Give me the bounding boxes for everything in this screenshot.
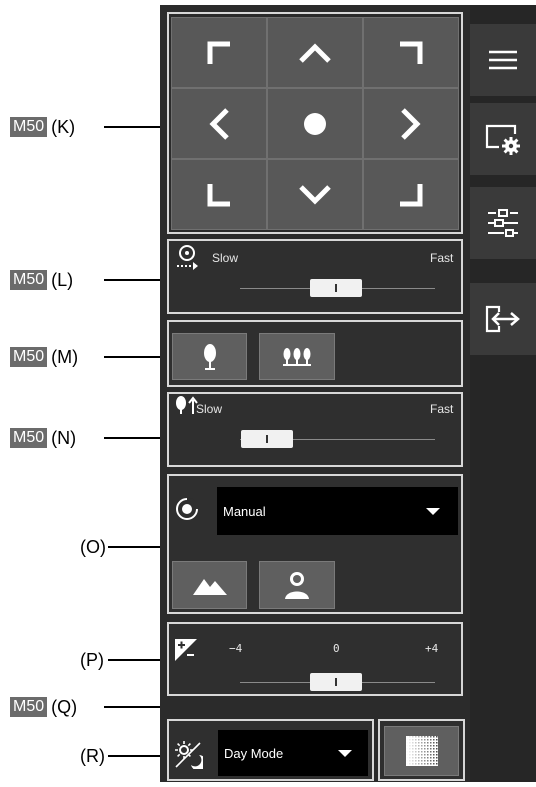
zoom-speed-slider-handle[interactable] [241,430,293,448]
menu-icon [489,50,517,70]
settings-sliders-button[interactable] [470,187,536,259]
callout-p: (P) [80,650,104,670]
callout-l-label: (L) [51,269,74,290]
sliders-icon [488,209,518,237]
pan-up-left-button[interactable] [171,17,267,88]
pan-down-right-button[interactable] [363,159,459,230]
leader-p [108,659,167,661]
menu-button[interactable] [470,24,536,96]
focus-mode-select[interactable]: Manual [217,487,458,535]
gradation-icon [405,736,438,766]
callout-k-label: (K) [51,116,76,137]
caret-down-icon [426,508,440,515]
corner-down-left-icon [207,183,230,206]
callout-o-label: (O) [80,536,106,557]
chevron-down-icon [299,184,331,205]
zoom-wide-button[interactable] [259,333,335,380]
exposure-min-label: −4 [229,642,243,655]
day-night-select[interactable]: Day Mode [218,730,368,776]
chevron-right-icon [401,107,421,140]
leader-o [108,546,167,548]
callout-n: M50 (N) [10,428,76,448]
callout-q-label: (Q) [51,696,78,717]
zoom-speed-fast-label: Fast [430,402,454,416]
m50-badge: M50 [10,697,48,717]
sign-in-icon [485,305,520,333]
leader-r [108,755,167,757]
exposure-max-label: +4 [425,642,439,655]
callout-l: M50 (L) [10,270,73,290]
right-sidebar [470,5,536,782]
leader-m [104,356,167,358]
exposure-compensation-icon [175,639,197,661]
tilt-up-button[interactable] [267,17,363,88]
zoom-tele-button[interactable] [172,333,247,380]
callout-k: M50 (K) [10,117,75,137]
callout-r: (R) [80,746,105,766]
m50-badge: M50 [10,428,48,448]
pan-speed-slow-label: Slow [212,251,239,265]
callout-n-label: (N) [51,427,77,448]
login-button[interactable] [470,283,536,355]
focus-icon [176,497,199,520]
day-night-value: Day Mode [224,745,284,761]
pan-speed-icon [177,245,198,270]
pan-speed-fast-label: Fast [430,251,454,265]
home-position-button[interactable] [267,88,363,159]
day-night-icon [175,741,203,769]
pan-left-button[interactable] [171,88,267,159]
caret-down-icon [338,750,352,757]
leader-n [104,437,167,439]
pan-right-button[interactable] [363,88,459,159]
corner-down-right-icon [400,183,423,206]
exposure-mid-label: 0 [333,642,340,655]
single-tree-icon [203,343,216,370]
pan-speed-slider-handle[interactable] [310,279,362,297]
m50-badge: M50 [10,117,48,137]
chevron-up-icon [299,42,331,63]
corner-up-right-icon [400,41,423,64]
display-settings-icon [485,124,520,155]
pan-tilt-pad [171,17,459,230]
callout-o: (O) [80,537,106,557]
m50-badge: M50 [10,347,48,367]
exposure-slider-handle[interactable] [310,673,362,691]
corner-up-left-icon [207,41,230,64]
pan-down-left-button[interactable] [171,159,267,230]
callout-r-label: (R) [80,745,105,766]
callout-p-label: (P) [80,649,104,670]
zoom-speed-slow-label: Slow [196,402,223,416]
leader-l [104,279,167,281]
pan-up-right-button[interactable] [363,17,459,88]
chevron-left-icon [209,107,229,140]
callout-m: M50 (M) [10,347,78,367]
leader-k [104,126,167,128]
person-icon [285,572,309,599]
focus-near-button[interactable] [259,561,335,609]
image-adjust-button[interactable] [384,726,459,776]
callout-m-label: (M) [51,346,79,367]
callout-q: M50 (Q) [10,697,77,717]
tilt-down-button[interactable] [267,159,363,230]
trees-icon [283,347,311,366]
m50-badge: M50 [10,270,48,290]
focus-mode-value: Manual [223,503,266,519]
mountain-icon [192,579,227,595]
focus-far-button[interactable] [172,561,247,609]
circle-icon [304,112,326,135]
display-settings-button[interactable] [470,103,536,175]
